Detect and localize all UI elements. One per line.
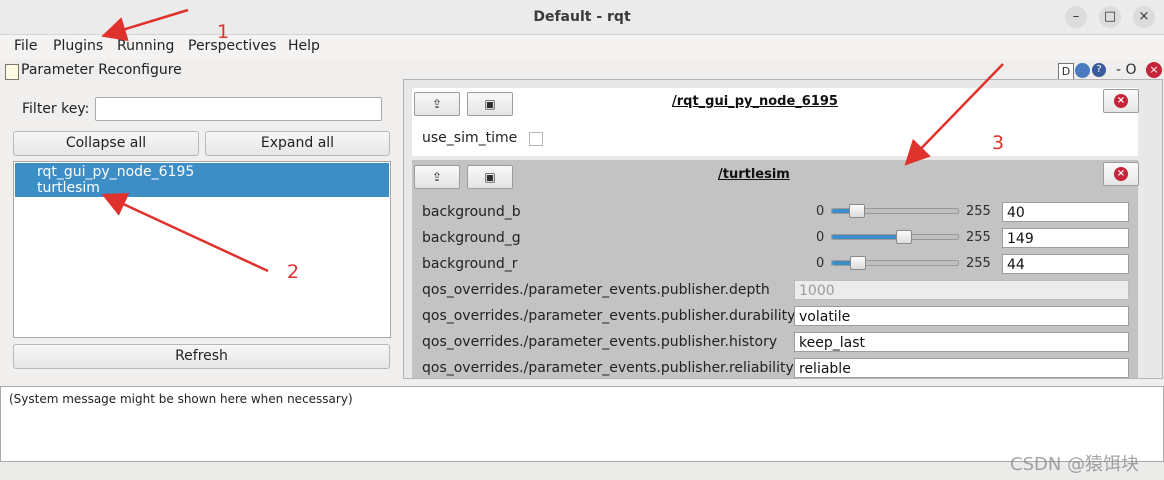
annotation-label-3: 3 <box>992 132 1005 154</box>
arrow-2 <box>101 193 269 273</box>
annotation-label-1: 1 <box>217 21 230 43</box>
arrow-3 <box>904 63 1004 166</box>
annotation-arrows <box>101 8 1004 273</box>
arrow-1 <box>101 8 189 42</box>
annotation-label-2: 2 <box>287 261 300 283</box>
